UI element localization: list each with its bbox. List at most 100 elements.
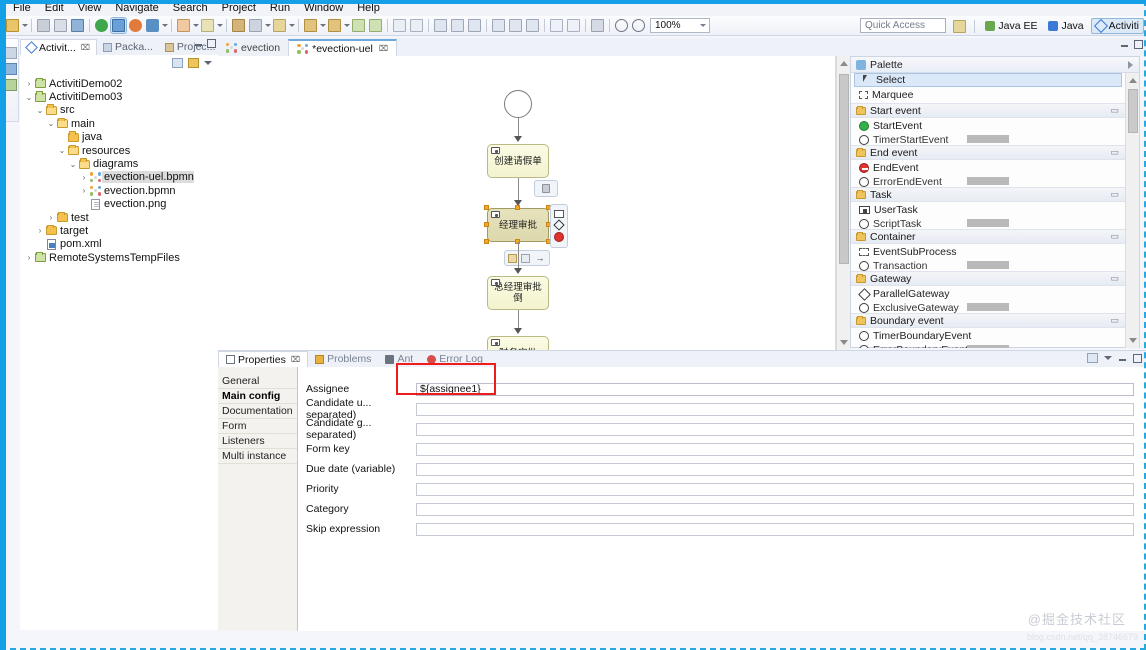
close-icon[interactable]: ⌧ [81, 43, 90, 52]
scroll-down-icon[interactable] [840, 340, 848, 345]
context-delete-bar[interactable] [534, 180, 558, 197]
palette-item-clipped[interactable]: TimerStartEvent [851, 134, 1125, 145]
palette-item-timerboundaryevent[interactable]: TimerBoundaryEvent [851, 328, 1125, 344]
palette-item-clipped[interactable]: ErrorEndEvent [851, 176, 1125, 187]
project-tree[interactable]: › ActivitiDemo02 ⌄ ActivitiDemo03 ⌄ src ⌄ main j… [20, 71, 218, 630]
view-menu-icon[interactable] [1104, 356, 1112, 360]
perspective-java-ee[interactable]: Java EE [981, 18, 1041, 34]
align-right-icon[interactable] [409, 18, 424, 33]
collapse-group-icon[interactable]: ▭ [1110, 231, 1119, 242]
tree-item-11[interactable]: › target [24, 224, 218, 237]
property-input-category[interactable] [416, 502, 1134, 516]
palette-collapse-icon[interactable] [1128, 60, 1133, 69]
profile-icon[interactable] [145, 18, 160, 33]
twisty-expanded-icon[interactable]: ⌄ [68, 160, 78, 169]
tree-item-13[interactable]: › RemoteSystemsTempFiles [24, 251, 218, 264]
resize-handle[interactable] [515, 205, 520, 210]
start-event-node[interactable] [504, 90, 532, 118]
run-icon[interactable] [94, 18, 109, 33]
tree-item-4[interactable]: java [24, 131, 218, 144]
palette-item-clipped[interactable]: Transaction [851, 260, 1125, 271]
forward-icon[interactable] [327, 18, 342, 33]
undo-icon[interactable] [351, 18, 366, 33]
profile-dropdown-arrow[interactable] [161, 18, 168, 33]
diagram-canvas[interactable]: 创建请假单 经理审批 → 总经理审批 倒 [218, 56, 836, 370]
task-node-1[interactable]: 创建请假单 [487, 144, 549, 178]
align-left-icon[interactable] [392, 18, 407, 33]
zoom-in-icon[interactable] [631, 18, 646, 33]
edit-icon[interactable] [508, 253, 517, 263]
scroll-down-icon[interactable] [1129, 338, 1137, 343]
back-arrow[interactable] [319, 18, 326, 33]
properties-tab-properties[interactable]: Properties ⌧ [218, 351, 309, 367]
collapse-group-icon[interactable]: ▭ [1110, 189, 1119, 200]
collapse-group-icon[interactable]: ▭ [1110, 105, 1119, 116]
close-icon[interactable]: ⌧ [379, 44, 388, 53]
tree-item-10[interactable]: › test [24, 211, 218, 224]
scroll-up-icon[interactable] [1129, 78, 1137, 83]
forward-arrow[interactable] [343, 18, 350, 33]
new-wizard-arrow[interactable] [216, 18, 223, 33]
end-event-icon[interactable] [554, 232, 564, 242]
gateway-icon[interactable] [553, 219, 565, 231]
align-middle-icon[interactable] [508, 18, 523, 33]
palette-item-clipped[interactable]: ErrorBoundaryEvent [851, 344, 1125, 348]
delete-icon[interactable] [542, 184, 550, 193]
properties-tab-error-log[interactable]: Error Log [420, 351, 490, 367]
palette-body[interactable]: Select Marquee Start event ▭ StartEvent Timer… [851, 73, 1125, 348]
editor-tab-1[interactable]: *evection-uel ⌧ [288, 39, 398, 56]
context-action-bar[interactable] [550, 204, 568, 248]
align-bottom-icon[interactable] [525, 18, 540, 33]
tree-item-12[interactable]: pom.xml [24, 238, 218, 251]
view-menu-icon[interactable] [204, 61, 212, 65]
properties-section-general[interactable]: General [218, 374, 297, 389]
palette-tool-select[interactable]: Select [854, 73, 1122, 87]
properties-section-documentation[interactable]: Documentation [218, 404, 297, 419]
context-edit-bar[interactable]: → [504, 250, 550, 266]
new-wizard-icon[interactable] [200, 18, 215, 33]
collapse-group-icon[interactable]: ▭ [1110, 273, 1119, 284]
restore-icon[interactable] [4, 47, 17, 59]
print-icon[interactable] [70, 18, 85, 33]
maximize-icon[interactable] [207, 39, 216, 48]
tree-item-3[interactable]: ⌄ main [24, 117, 218, 130]
perspective-java[interactable]: Java [1044, 18, 1087, 34]
property-input-candidate-g-separated[interactable] [416, 422, 1134, 436]
palette-item-startevent[interactable]: StartEvent [851, 118, 1125, 134]
match-size-icon[interactable] [467, 18, 482, 33]
sequence-flow-icon[interactable]: → [534, 252, 546, 264]
ruler-icon[interactable] [590, 18, 605, 33]
palette-item-eventsubprocess[interactable]: EventSubProcess [851, 244, 1125, 260]
tree-item-9[interactable]: evection.png [24, 198, 218, 211]
perspective-activiti[interactable]: Activiti [1090, 18, 1144, 34]
properties-form[interactable]: Assignee ${assignee1} Candidate u... separ… [298, 367, 1146, 631]
properties-tab-problems[interactable]: Problems [308, 351, 378, 367]
resize-handle[interactable] [484, 205, 489, 210]
link-with-editor-icon[interactable] [188, 58, 199, 68]
tree-item-2[interactable]: ⌄ src [24, 104, 218, 117]
distribute-v-icon[interactable] [450, 18, 465, 33]
explorer-tab-1[interactable]: Packa... [97, 39, 159, 55]
properties-section-multi-instance[interactable]: Multi instance [218, 449, 297, 464]
palette-group-3[interactable]: Container ▭ [851, 229, 1125, 244]
palette-vertical-scrollbar[interactable] [1125, 73, 1139, 348]
zoom-level-combo[interactable]: 100% [650, 18, 710, 33]
hierarchy-view-icon[interactable] [4, 79, 17, 91]
palette-item-parallelgateway[interactable]: ParallelGateway [851, 286, 1125, 302]
tree-item-6[interactable]: ⌄ diagrams [24, 157, 218, 170]
palette-item-clipped[interactable]: ExclusiveGateway [851, 302, 1125, 313]
twisty-collapsed-icon[interactable]: › [35, 226, 45, 235]
pin-view-icon[interactable] [1087, 353, 1098, 363]
coverage-icon[interactable] [128, 18, 143, 33]
distribute-h-icon[interactable] [433, 18, 448, 33]
property-input-candidate-u-separated[interactable] [416, 402, 1134, 416]
external-tools-icon[interactable] [176, 18, 191, 33]
properties-section-listeners[interactable]: Listeners [218, 434, 297, 449]
properties-tab-list[interactable]: General Main config Documentation Form Liste… [218, 367, 298, 631]
maximize-icon[interactable] [1134, 40, 1143, 49]
explorer-tab-0[interactable]: Activit... ⌧ [20, 39, 97, 55]
new-dropdown-arrow[interactable] [21, 18, 28, 33]
tree-item-0[interactable]: › ActivitiDemo02 [24, 77, 218, 90]
palette-group-1[interactable]: End event ▭ [851, 145, 1125, 160]
redo-icon[interactable] [368, 18, 383, 33]
